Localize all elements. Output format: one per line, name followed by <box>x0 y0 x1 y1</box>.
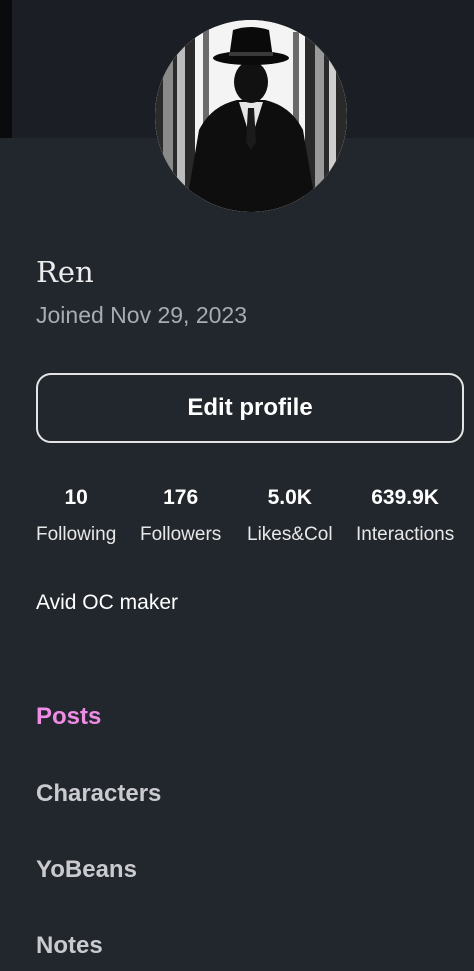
avatar[interactable] <box>155 20 347 212</box>
edit-profile-button[interactable]: Edit profile <box>36 373 464 443</box>
avatar-image <box>155 20 347 212</box>
profile-bio: Avid OC maker <box>36 591 178 614</box>
stat-value: 10 <box>64 486 88 509</box>
stat-following[interactable]: 10 Following <box>36 484 116 547</box>
stat-label: Followers <box>140 524 222 545</box>
tab-characters[interactable]: Characters <box>36 780 161 808</box>
stat-interactions[interactable]: 639.9K Interactions <box>356 484 454 547</box>
banner-edge <box>0 0 12 138</box>
stat-likes-collections[interactable]: 5.0K Likes&Col <box>247 484 333 547</box>
tab-notes[interactable]: Notes <box>36 932 103 960</box>
stat-label: Interactions <box>356 524 455 545</box>
stat-value: 639.9K <box>371 486 439 509</box>
stat-value: 5.0K <box>267 486 312 509</box>
joined-date: Joined Nov 29, 2023 <box>36 302 247 328</box>
stat-label: Following <box>36 524 117 545</box>
stat-value: 176 <box>163 486 199 509</box>
stat-label: Likes&Col <box>247 524 333 545</box>
tab-yobeans[interactable]: YoBeans <box>36 856 137 884</box>
tab-posts[interactable]: Posts <box>36 703 101 731</box>
display-name: Ren <box>36 255 94 289</box>
stat-followers[interactable]: 176 Followers <box>140 484 221 547</box>
